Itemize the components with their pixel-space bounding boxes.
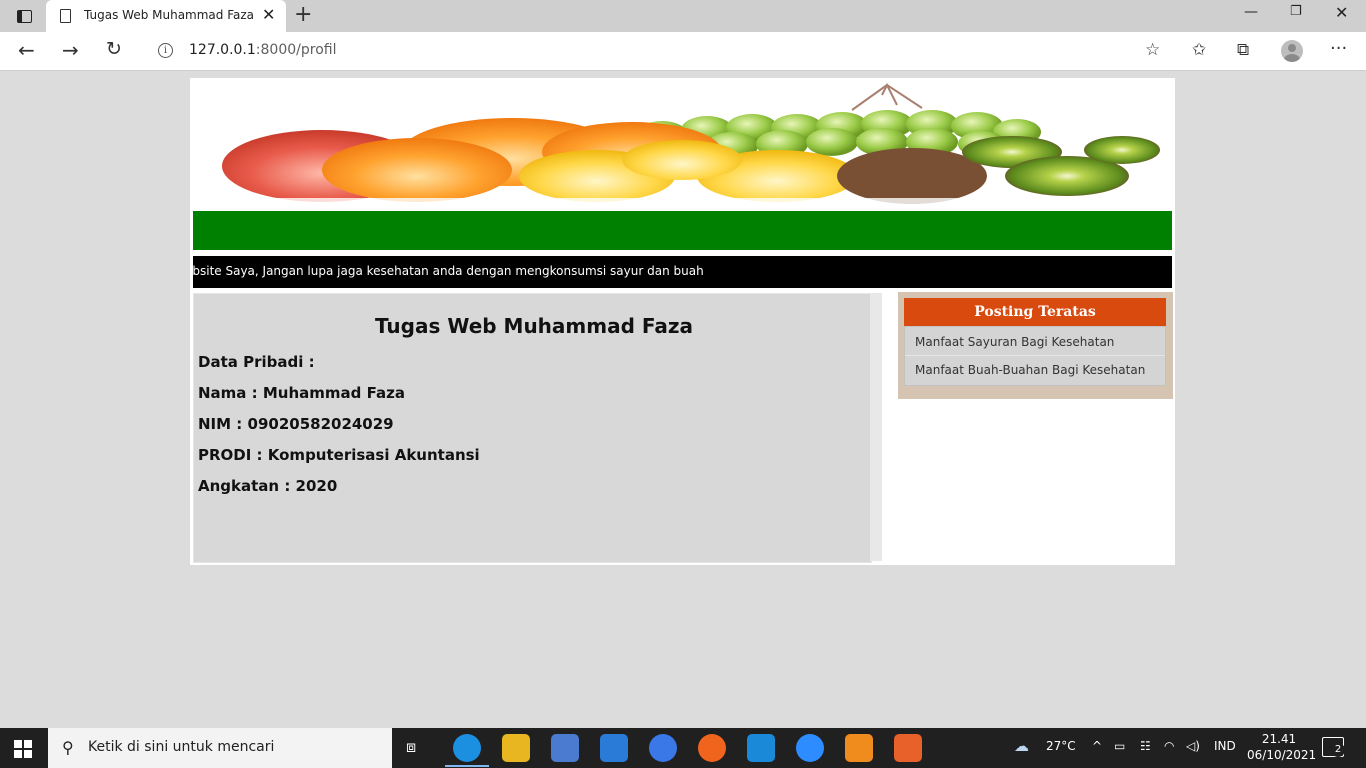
language-indicator[interactable]: IND bbox=[1214, 739, 1236, 753]
store-icon[interactable] bbox=[551, 734, 579, 762]
post-link-sayuran[interactable]: Manfaat Sayuran Bagi Kesehatan bbox=[915, 335, 1114, 349]
weather-temp[interactable]: 27°C bbox=[1046, 739, 1076, 753]
tray-chevron-icon[interactable]: ^ bbox=[1092, 739, 1102, 753]
more-menu-icon[interactable]: ··· bbox=[1330, 38, 1347, 59]
address-bar[interactable]: i 127.0.0.1:8000/profil ☆ bbox=[145, 36, 1173, 66]
firefox-icon[interactable] bbox=[698, 734, 726, 762]
back-icon[interactable]: ← bbox=[18, 38, 35, 62]
sidebar: Posting Teratas Manfaat Sayuran Bagi Kes… bbox=[898, 292, 1173, 399]
volume-icon[interactable]: ◁) bbox=[1186, 739, 1200, 753]
list-divider bbox=[905, 355, 1165, 356]
file-explorer-icon[interactable] bbox=[502, 734, 530, 762]
nama-line: Nama : Muhammad Faza bbox=[198, 384, 405, 402]
sidebar-post-list: Manfaat Sayuran Bagi Kesehatan Manfaat B… bbox=[904, 326, 1166, 386]
add-favorite-icon[interactable]: ☆ bbox=[1145, 40, 1160, 60]
page-title: Tugas Web Muhammad Faza bbox=[374, 314, 693, 338]
search-placeholder: Ketik di sini untuk mencari bbox=[88, 739, 275, 755]
chrome-icon[interactable] bbox=[649, 734, 677, 762]
page-wrapper: ebsite Saya, Jangan lupa jaga kesehatan … bbox=[190, 78, 1175, 565]
windows-taskbar: ⚲ Ketik di sini untuk mencari ⧈ ☁ 27°C ^… bbox=[0, 728, 1366, 768]
task-view-icon[interactable]: ⧈ bbox=[406, 737, 416, 757]
fruit-banner-image bbox=[192, 80, 1173, 210]
green-nav-bar bbox=[193, 211, 1172, 250]
battery-icon[interactable]: ▭ bbox=[1114, 739, 1125, 753]
notification-count: 2 bbox=[1331, 743, 1345, 757]
collections-icon[interactable]: ⧉ bbox=[1237, 40, 1249, 60]
vscode-icon[interactable] bbox=[747, 734, 775, 762]
marquee-bar: ebsite Saya, Jangan lupa jaga kesehatan … bbox=[193, 256, 1172, 288]
sublime-icon[interactable] bbox=[845, 734, 873, 762]
refresh-icon[interactable]: ↻ bbox=[106, 38, 122, 60]
profile-avatar[interactable] bbox=[1281, 40, 1303, 62]
browser-toolbar: ← → ↻ i 127.0.0.1:8000/profil ☆ ✩ ⧉ ··· bbox=[0, 32, 1366, 71]
sidebar-title: Posting Teratas bbox=[904, 298, 1166, 326]
clock-date: 06/10/2021 bbox=[1247, 748, 1317, 762]
browser-tab[interactable]: Tugas Web Muhammad Faza ✕ bbox=[46, 0, 286, 32]
wifi-icon[interactable]: ◠ bbox=[1164, 739, 1174, 753]
browser-title-bar: Tugas Web Muhammad Faza ✕ + — ❐ ✕ bbox=[0, 0, 1366, 32]
tab-title: Tugas Web Muhammad Faza bbox=[84, 8, 255, 22]
clock-time: 21.41 bbox=[1261, 732, 1297, 746]
search-icon: ⚲ bbox=[62, 738, 74, 757]
network-icon[interactable]: ☷ bbox=[1140, 739, 1151, 753]
tab-actions-icon[interactable] bbox=[10, 6, 38, 26]
minimize-icon[interactable]: — bbox=[1244, 4, 1258, 20]
marquee-text: ebsite Saya, Jangan lupa jaga kesehatan … bbox=[193, 264, 704, 278]
close-tab-icon[interactable]: ✕ bbox=[262, 5, 275, 24]
main-content: Tugas Web Muhammad Faza Data Pribadi : N… bbox=[193, 293, 872, 563]
new-tab-icon[interactable]: + bbox=[294, 2, 312, 27]
taskbar-search[interactable]: ⚲ Ketik di sini untuk mencari bbox=[48, 728, 392, 768]
angkatan-line: Angkatan : 2020 bbox=[198, 477, 338, 495]
weather-icon[interactable]: ☁ bbox=[1014, 737, 1029, 755]
notification-icon[interactable]: 2 bbox=[1322, 737, 1345, 757]
data-pribadi-label: Data Pribadi : bbox=[198, 353, 315, 371]
prodi-line: PRODI : Komputerisasi Akuntansi bbox=[198, 446, 480, 464]
nim-line: NIM : 09020582024029 bbox=[198, 415, 394, 433]
favorites-icon[interactable]: ✩ bbox=[1192, 40, 1206, 60]
xampp-icon[interactable] bbox=[894, 734, 922, 762]
content-scroll-edge bbox=[870, 293, 882, 561]
mail-icon[interactable] bbox=[600, 734, 628, 762]
url-text[interactable]: 127.0.0.1:8000/profil bbox=[189, 42, 336, 58]
restore-icon[interactable]: ❐ bbox=[1290, 4, 1302, 19]
close-window-icon[interactable]: ✕ bbox=[1335, 3, 1348, 22]
zoom-icon[interactable] bbox=[796, 734, 824, 762]
page-icon bbox=[60, 9, 71, 23]
clock[interactable]: 21.41 06/10/2021 bbox=[1247, 731, 1317, 763]
edge-app-icon[interactable] bbox=[445, 734, 489, 767]
forward-icon[interactable]: → bbox=[62, 38, 79, 62]
post-link-buah[interactable]: Manfaat Buah-Buahan Bagi Kesehatan bbox=[915, 363, 1145, 377]
site-info-icon[interactable]: i bbox=[158, 43, 173, 58]
start-button[interactable] bbox=[14, 740, 32, 758]
